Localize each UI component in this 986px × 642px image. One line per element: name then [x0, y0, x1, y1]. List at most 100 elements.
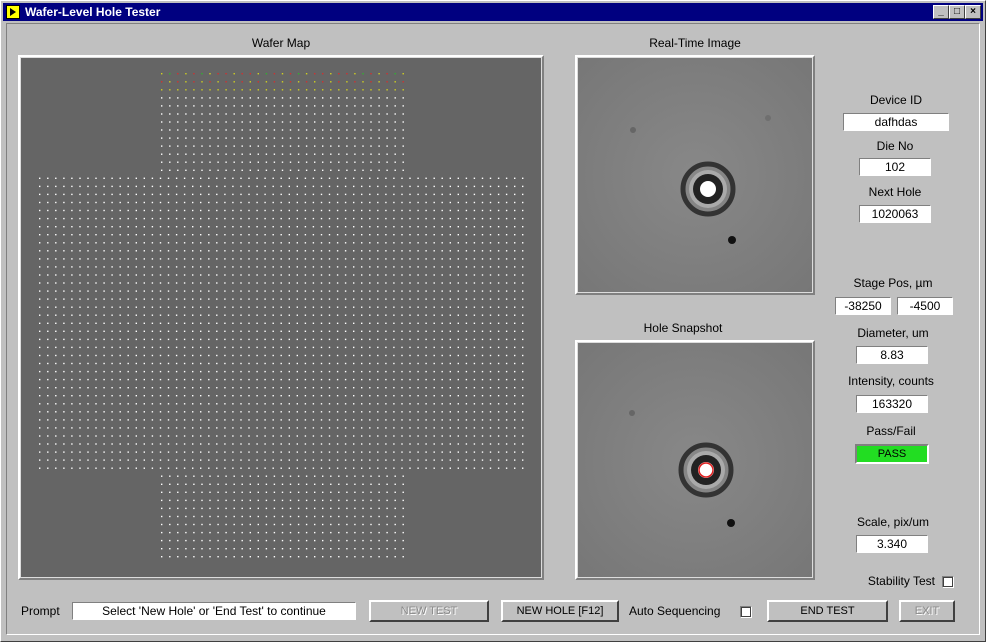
die-marker — [338, 73, 340, 75]
die-marker — [256, 185, 258, 188]
die-marker — [280, 242, 282, 244]
die-marker — [240, 314, 242, 316]
die-marker — [369, 362, 371, 365]
die-marker — [289, 145, 292, 147]
die-marker — [497, 209, 500, 212]
die-marker — [369, 346, 371, 349]
die-marker — [273, 73, 276, 75]
end-test-button[interactable]: END TEST — [767, 600, 888, 622]
die-marker — [281, 548, 284, 550]
die-marker — [216, 226, 218, 228]
die-marker — [233, 145, 235, 147]
die-marker — [449, 403, 451, 405]
die-marker — [417, 451, 419, 453]
die-marker — [55, 282, 57, 284]
die-marker — [328, 226, 331, 228]
die-marker — [344, 354, 347, 357]
die-marker — [201, 169, 203, 171]
die-marker — [346, 97, 348, 99]
new-hole-button[interactable]: NEW HOLE [F12] — [501, 600, 619, 622]
die-marker — [161, 539, 163, 542]
die-marker — [39, 266, 41, 268]
die-marker — [55, 370, 57, 373]
die-marker — [401, 258, 403, 260]
die-marker — [353, 185, 355, 188]
die-marker — [296, 282, 298, 284]
die-marker — [264, 185, 266, 188]
die-marker — [225, 475, 227, 477]
die-marker — [224, 290, 226, 292]
die-marker — [465, 185, 468, 188]
die-marker — [87, 298, 89, 300]
die-marker — [402, 499, 404, 502]
maximize-icon[interactable]: □ — [949, 5, 965, 19]
die-marker — [441, 338, 443, 341]
die-marker — [465, 387, 468, 389]
wafer-map[interactable] — [21, 58, 541, 577]
die-marker — [224, 467, 226, 469]
die-marker — [433, 274, 435, 276]
die-marker — [103, 419, 105, 421]
die-marker — [505, 378, 508, 381]
scale-field[interactable]: 3.340 — [856, 535, 928, 553]
die-marker — [378, 475, 380, 477]
die-marker — [127, 193, 129, 196]
die-marker — [417, 467, 419, 469]
new-test-button[interactable]: NEW TEST — [369, 600, 489, 622]
minimize-icon[interactable]: _ — [933, 5, 949, 19]
stability-test-checkbox[interactable] — [942, 576, 954, 588]
die-marker — [346, 523, 348, 526]
die-marker — [433, 217, 435, 220]
die-marker — [103, 378, 105, 381]
die-marker — [320, 467, 323, 469]
die-marker — [514, 346, 516, 349]
die-marker — [328, 290, 331, 292]
die-marker — [473, 387, 476, 389]
die-marker — [265, 81, 268, 83]
die-marker — [95, 411, 97, 413]
exit-button[interactable]: EXIT — [899, 600, 955, 622]
die-marker — [135, 451, 137, 453]
die-marker — [425, 306, 427, 308]
die-marker — [312, 354, 315, 357]
die-marker — [79, 451, 81, 453]
die-marker — [433, 427, 435, 429]
die-marker — [47, 443, 49, 445]
debris-spot — [728, 236, 736, 244]
die-marker — [240, 467, 242, 469]
die-marker — [264, 217, 266, 220]
labview-app-icon[interactable] — [6, 5, 20, 19]
die-marker — [193, 73, 195, 75]
die-marker — [217, 121, 219, 123]
die-marker — [103, 209, 105, 212]
auto-sequencing-checkbox[interactable] — [740, 606, 752, 618]
die-marker — [151, 395, 154, 397]
die-marker — [248, 459, 250, 461]
die-marker — [111, 250, 113, 252]
die-marker — [385, 258, 387, 260]
die-marker — [522, 419, 524, 421]
die-marker — [159, 226, 162, 228]
die-marker — [457, 201, 459, 204]
die-marker — [273, 89, 276, 91]
die-marker — [330, 105, 332, 107]
die-marker — [224, 411, 226, 413]
die-marker — [401, 459, 403, 461]
die-marker — [304, 314, 307, 316]
die-marker — [288, 282, 290, 284]
die-marker — [344, 330, 347, 332]
die-marker — [47, 411, 49, 413]
close-icon[interactable]: × — [965, 5, 981, 19]
die-marker — [362, 105, 364, 107]
die-marker — [481, 419, 484, 421]
die-marker — [362, 523, 364, 526]
die-marker — [47, 217, 49, 220]
device-id-field[interactable]: dafhdas — [843, 113, 949, 131]
die-marker — [272, 177, 274, 179]
die-marker — [322, 105, 324, 107]
die-marker — [225, 548, 227, 550]
die-marker — [289, 121, 292, 123]
die-marker — [353, 266, 355, 268]
die-marker — [522, 346, 524, 349]
die-marker — [401, 234, 403, 236]
